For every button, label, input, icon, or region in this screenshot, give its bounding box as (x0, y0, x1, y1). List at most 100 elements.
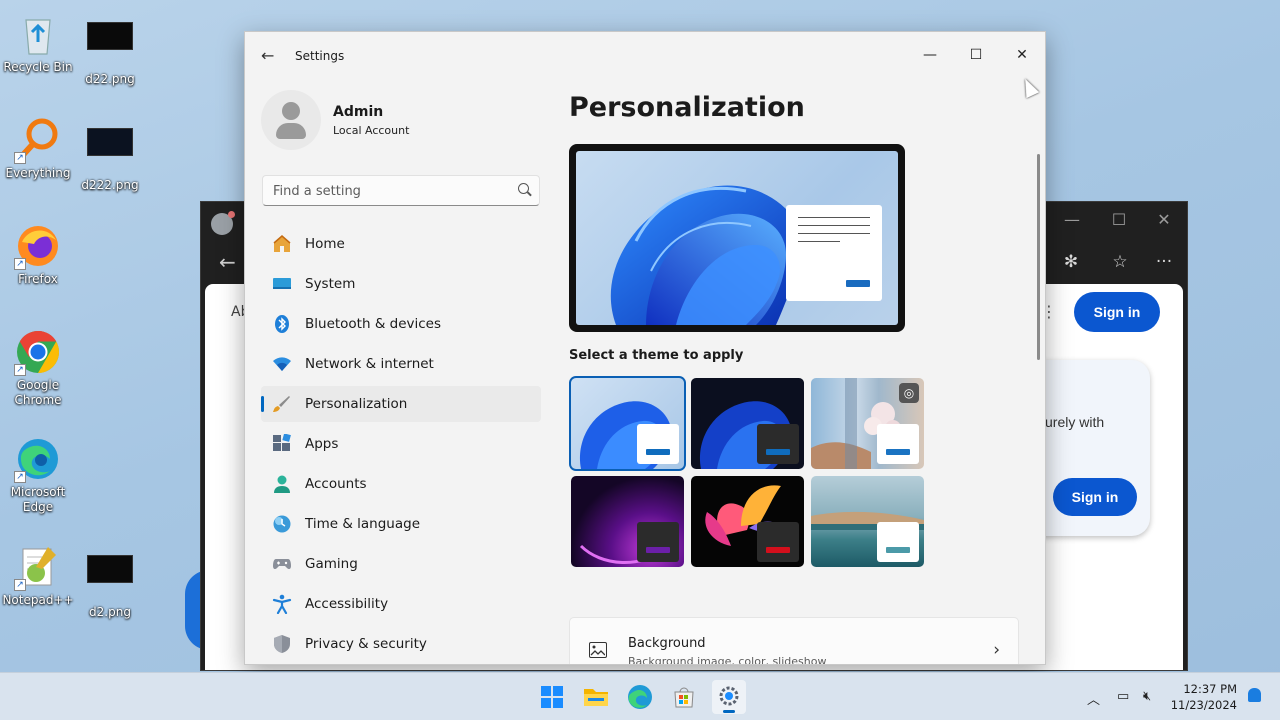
microsoft-store-icon[interactable] (667, 680, 701, 714)
image-file-icon (86, 128, 134, 176)
nav-item-accounts[interactable]: Accounts (261, 466, 541, 502)
desktop-icon-google-chrome[interactable]: ↗ Google Chrome (0, 328, 76, 408)
settings-nav: Home System Bluetooth & devices Network … (261, 226, 541, 664)
desktop-icon-firefox[interactable]: ↗ Firefox (0, 222, 76, 287)
desktop-icon-label: Everything (5, 166, 71, 180)
start-icon[interactable] (535, 680, 569, 714)
desktop-icon-d2-png[interactable]: d2.png (72, 543, 148, 620)
settings-titlebar: ← Settings — ☐ ✕ (245, 32, 1045, 82)
desktop-icon-label: d2.png (89, 605, 131, 619)
desktop-icon-label: Microsoft Edge (10, 485, 66, 514)
home-icon (273, 235, 291, 252)
wifi-icon (273, 357, 291, 371)
desktop-icon-label: Google Chrome (14, 378, 62, 407)
accounts-icon (274, 475, 290, 493)
nav-item-personalization[interactable]: Personalization (261, 386, 541, 422)
edge-icon: ↗ (14, 435, 62, 483)
search-input[interactable] (273, 181, 503, 201)
nav-item-system[interactable]: System (261, 266, 541, 302)
chevron-up-icon[interactable]: ︿ (1087, 689, 1100, 708)
settings-icon[interactable] (712, 680, 746, 714)
browser-close-button[interactable]: ✕ (1149, 210, 1179, 229)
image-file-icon (86, 22, 134, 70)
desktop-icon-everything[interactable]: ↗ Everything (0, 116, 76, 181)
browser-minimize-button[interactable]: — (1057, 210, 1087, 229)
desktop-icon-label: d222.png (81, 178, 139, 192)
theme-photo-badge-icon: ◎ (899, 383, 919, 403)
nav-item-home[interactable]: Home (261, 226, 541, 262)
desktop-icon-d22-png[interactable]: d22.png (72, 10, 148, 87)
more-options-icon[interactable]: ··· (1152, 252, 1176, 272)
theme-windows-light[interactable] (569, 376, 686, 471)
card-text: urely with (1045, 414, 1105, 430)
desktop-icon-recycle-bin[interactable]: Recycle Bin (0, 10, 76, 75)
nav-item-privacy-security[interactable]: Privacy & security (261, 626, 541, 662)
theme-glow-flowers[interactable]: ◎ (811, 378, 924, 469)
browser-maximize-button[interactable]: ☐ (1104, 210, 1134, 229)
sign-in-button[interactable]: Sign in (1074, 292, 1160, 332)
close-button[interactable]: ✕ (999, 40, 1045, 70)
desktop-icon-label: Firefox (18, 272, 58, 286)
user-profile[interactable]: Admin Local Account (261, 90, 541, 154)
extensions-icon[interactable]: ✻ (1059, 252, 1083, 272)
system-clock[interactable]: 12:37 PM 11/23/2024 (1171, 681, 1237, 713)
avatar (261, 90, 321, 150)
user-name: Admin (333, 104, 384, 120)
nav-label: System (305, 276, 356, 292)
recycle-bin-icon (14, 10, 62, 58)
nav-item-bluetooth[interactable]: Bluetooth & devices (261, 306, 541, 342)
favorites-icon[interactable]: ☆ (1108, 252, 1132, 272)
nav-label: Apps (305, 436, 339, 452)
clock-globe-icon (273, 515, 291, 533)
search-icon[interactable] (518, 183, 529, 194)
background-title: Background (628, 636, 706, 651)
gamepad-icon (273, 559, 291, 570)
theme-section-label: Select a theme to apply (569, 348, 744, 363)
bluetooth-icon (275, 315, 289, 333)
back-arrow-icon[interactable]: ← (219, 250, 236, 274)
desktop-icon-microsoft-edge[interactable]: ↗ Microsoft Edge (0, 435, 76, 515)
maximize-button[interactable]: ☐ (953, 40, 999, 70)
edge-icon[interactable] (623, 680, 657, 714)
profile-avatar-icon[interactable] (211, 211, 235, 235)
minimize-button[interactable]: — (907, 40, 953, 70)
shield-icon (274, 635, 290, 653)
nav-item-gaming[interactable]: Gaming (261, 546, 541, 582)
chrome-icon: ↗ (14, 328, 62, 376)
taskbar: ︿ ▭ 🔇︎ 12:37 PM 11/23/2024 (0, 672, 1280, 720)
everything-search-icon: ↗ (14, 116, 62, 164)
desktop-icon-d222-png[interactable]: d222.png (72, 116, 148, 193)
theme-flow[interactable] (691, 476, 804, 567)
window-title: Settings (295, 49, 345, 63)
background-setting-row[interactable]: Background Background image, color, slid… (569, 617, 1019, 665)
volume-muted-icon[interactable]: 🔇︎ (1143, 689, 1151, 704)
notification-bell-icon[interactable] (1248, 688, 1261, 702)
nav-label: Bluetooth & devices (305, 316, 442, 332)
scrollbar[interactable] (1037, 154, 1040, 360)
theme-captured-motion[interactable] (571, 476, 684, 567)
file-explorer-icon[interactable] (579, 680, 613, 714)
settings-window[interactable]: ← Settings — ☐ ✕ Admin Local Account Hom… (244, 31, 1046, 665)
nav-item-time-language[interactable]: Time & language (261, 506, 541, 542)
nav-label: Personalization (305, 396, 408, 412)
paintbrush-icon (273, 396, 290, 412)
network-icon[interactable]: ▭ (1117, 689, 1129, 704)
chevron-right-icon: › (993, 640, 1000, 660)
card-sign-in-button[interactable]: Sign in (1053, 478, 1137, 516)
clock-time: 12:37 PM (1183, 682, 1237, 696)
background-subtitle: Background image, color, slideshow (628, 655, 827, 665)
desktop-icon-label: Notepad++ (2, 593, 74, 607)
nav-item-accessibility[interactable]: Accessibility (261, 586, 541, 622)
nav-label: Home (305, 236, 345, 252)
nav-label: Network & internet (305, 356, 434, 372)
nav-item-network[interactable]: Network & internet (261, 346, 541, 382)
nav-item-apps[interactable]: Apps (261, 426, 541, 462)
desktop-icon-notepad-plus-plus[interactable]: ↗ Notepad++ (0, 543, 76, 608)
find-setting-search-box[interactable] (262, 175, 540, 206)
preview-window-card (786, 205, 882, 301)
theme-sunrise-lake[interactable] (811, 476, 924, 567)
picture-icon (589, 642, 607, 658)
nav-label: Gaming (305, 556, 358, 572)
theme-windows-dark[interactable] (691, 378, 804, 469)
back-arrow-icon[interactable]: ← (261, 46, 274, 65)
